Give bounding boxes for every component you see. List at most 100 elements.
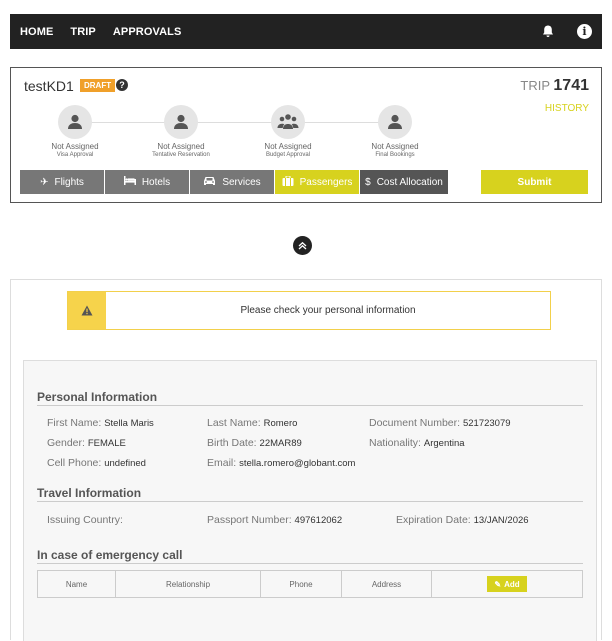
dollar-icon: $	[365, 176, 371, 188]
field-value: 22MAR89	[259, 438, 302, 449]
column-header-name: Name	[38, 571, 116, 597]
field-cell-phone: Cell Phone: undefined	[47, 457, 146, 469]
tab-services[interactable]: Services	[190, 170, 274, 194]
tab-cost-allocation[interactable]: $ Cost Allocation	[360, 170, 448, 194]
nav-trip[interactable]: TRIP	[70, 26, 95, 38]
field-label: Document Number:	[369, 417, 461, 429]
field-label: Last Name:	[207, 417, 261, 429]
field-email: Email: stella.romero@globant.com	[207, 457, 355, 469]
field-nationality: Nationality: Argentina	[369, 437, 465, 449]
section-title-personal: Personal Information	[37, 390, 158, 404]
step-final-bookings: Not Assigned Final Bookings	[345, 105, 445, 158]
step-visa-approval: Not Assigned Visa Approval	[25, 105, 125, 158]
trip-number: 1741	[553, 77, 589, 94]
field-birth-date: Birth Date: 22MAR89	[207, 437, 302, 449]
tab-label: Flights	[54, 176, 84, 188]
nav-approvals[interactable]: APPROVALS	[113, 26, 182, 38]
tab-label: Cost Allocation	[376, 176, 443, 188]
field-expiration-date: Expiration Date: 13/JAN/2026	[396, 514, 529, 526]
divider	[37, 563, 583, 564]
plane-icon: ✈	[40, 176, 49, 188]
status-badge: DRAFT	[80, 79, 116, 92]
add-label: Add	[504, 579, 520, 589]
alert-message: Please check your personal information	[240, 305, 416, 316]
field-last-name: Last Name: Romero	[207, 417, 297, 429]
bed-icon	[123, 176, 136, 188]
column-header-relationship: Relationship	[116, 571, 261, 597]
passengers-panel: Please check your personal information P…	[10, 279, 602, 641]
bell-icon[interactable]	[541, 25, 555, 39]
nav-home[interactable]: HOME	[20, 26, 53, 38]
help-icon[interactable]: ?	[116, 79, 128, 91]
tab-label: Passengers	[299, 176, 353, 188]
suitcase-icon	[282, 175, 294, 189]
section-title-travel: Travel Information	[37, 486, 142, 500]
field-value: undefined	[104, 458, 146, 469]
section-title-emergency: In case of emergency call	[37, 548, 183, 562]
trip-name: testKD1	[24, 78, 74, 94]
column-actions: ✎ Add	[432, 571, 582, 597]
field-label: Email:	[207, 457, 237, 469]
field-document-number: Document Number: 521723079	[369, 417, 511, 429]
user-icon	[164, 105, 198, 139]
collapse-button[interactable]	[293, 236, 312, 255]
tab-flights[interactable]: ✈ Flights	[20, 170, 104, 194]
car-icon	[203, 176, 216, 189]
field-label: Nationality:	[369, 437, 421, 449]
step-label: Tentative Reservation	[152, 152, 210, 158]
warning-icon	[68, 292, 106, 329]
tab-hotels[interactable]: Hotels	[105, 170, 189, 194]
history-link[interactable]: HISTORY	[545, 103, 589, 114]
user-icon	[378, 105, 412, 139]
trip-number-label: TRIP 1741	[520, 77, 589, 95]
field-value: Romero	[263, 418, 298, 429]
tab-passengers[interactable]: Passengers	[275, 170, 359, 194]
field-value: Argentina	[423, 438, 465, 449]
field-value: FEMALE	[87, 438, 126, 449]
field-label: First Name:	[47, 417, 102, 429]
field-value: 521723079	[462, 418, 511, 429]
group-icon	[271, 105, 305, 139]
tab-label: Hotels	[141, 176, 171, 188]
tab-label: Services	[222, 176, 261, 188]
chevron-up-icon	[298, 237, 307, 255]
field-label: Cell Phone:	[47, 457, 102, 469]
passenger-info-box: Personal Information First Name: Stella …	[23, 360, 597, 641]
field-label: Birth Date:	[207, 437, 257, 449]
trip-card: testKD1 DRAFT ? TRIP 1741 HISTORY Not As…	[10, 67, 602, 203]
pencil-icon: ✎	[494, 579, 502, 589]
user-icon	[58, 105, 92, 139]
top-nav: HOME TRIP APPROVALS i	[10, 14, 602, 49]
field-issuing-country: Issuing Country:	[47, 514, 123, 526]
trip-prefix: TRIP	[520, 78, 550, 93]
step-label: Final Bookings	[375, 152, 415, 158]
field-label: Passport Number:	[207, 514, 292, 526]
column-header-address: Address	[342, 571, 432, 597]
field-gender: Gender: FEMALE	[47, 437, 126, 449]
step-status: Not Assigned	[157, 142, 205, 151]
info-icon[interactable]: i	[577, 24, 592, 39]
step-status: Not Assigned	[264, 142, 312, 151]
step-status: Not Assigned	[51, 142, 99, 151]
step-tentative-reservation: Not Assigned Tentative Reservation	[131, 105, 231, 158]
field-value: 497612062	[294, 515, 343, 526]
field-label: Issuing Country:	[47, 514, 123, 526]
divider	[37, 501, 583, 502]
alert-banner: Please check your personal information	[67, 291, 551, 330]
step-label: Visa Approval	[56, 152, 94, 158]
field-label: Expiration Date:	[396, 514, 471, 526]
divider	[37, 405, 583, 406]
emergency-contacts-table: Name Relationship Phone Address ✎ Add	[37, 570, 583, 598]
step-label: Budget Approval	[265, 152, 311, 158]
step-budget-approval: Not Assigned Budget Approval	[238, 105, 338, 158]
field-first-name: First Name: Stella Maris	[47, 417, 154, 429]
submit-button[interactable]: Submit	[481, 170, 588, 194]
trip-tabs: ✈ Flights Hotels Services Passengers $ C…	[20, 170, 449, 194]
field-value: Stella Maris	[104, 418, 154, 429]
step-status: Not Assigned	[371, 142, 419, 151]
field-value: stella.romero@globant.com	[239, 458, 356, 469]
column-header-phone: Phone	[261, 571, 342, 597]
field-label: Gender:	[47, 437, 85, 449]
add-contact-button[interactable]: ✎ Add	[487, 576, 527, 592]
field-passport-number: Passport Number: 497612062	[207, 514, 342, 526]
